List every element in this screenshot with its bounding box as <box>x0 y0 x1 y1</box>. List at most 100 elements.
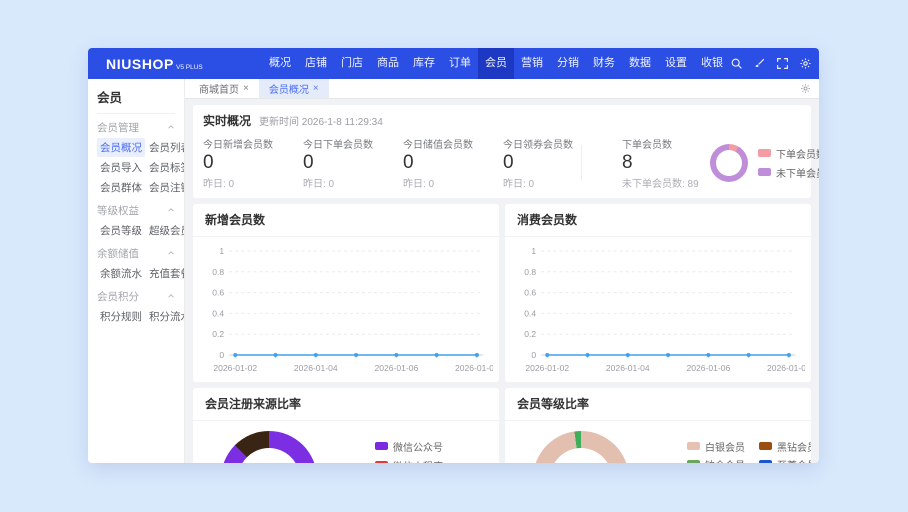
svg-text:0.2: 0.2 <box>524 329 536 339</box>
nav-item-概况[interactable]: 概况 <box>262 48 298 79</box>
sidebar-group-header[interactable]: 会员积分 <box>97 289 175 304</box>
tab-close-icon[interactable]: × <box>243 83 249 94</box>
register-source-header: 会员注册来源比率 <box>193 388 499 421</box>
stat-label: 下单会员数 <box>622 136 702 151</box>
stat-label: 今日领券会员数 <box>503 136 581 151</box>
sidebar-group-title: 余额储值 <box>97 246 139 261</box>
svg-text:0.6: 0.6 <box>524 287 536 297</box>
top-header: NIUSHOP V5 PLUS 概况店铺门店商品库存订单会员营销分销财务数据设置… <box>88 48 819 79</box>
sidebar-group-header[interactable]: 会员管理 <box>97 120 175 135</box>
legend-item-微信小程序[interactable]: 微信小程序 <box>375 458 453 463</box>
page-options-icon[interactable] <box>800 83 811 94</box>
sidebar-item-积分规则[interactable]: 积分规则 <box>97 307 145 326</box>
legend-label: 下单会员数 <box>776 146 819 161</box>
svg-text:2026-01-02: 2026-01-02 <box>213 363 257 373</box>
stat-sub: 未下单会员数: 89 <box>622 175 702 190</box>
sidebar-item-充值套餐[interactable]: 充值套餐 <box>146 264 185 283</box>
member-level-header: 会员等级比率 <box>505 388 811 421</box>
register-source-card: 会员注册来源比率 微信公众号微信小程序支付宝小程序PC <box>193 388 499 463</box>
tab-会员概况[interactable]: 会员概况 × <box>259 79 329 98</box>
stat-sub: 昨日: 0 <box>203 175 303 190</box>
svg-text:0.4: 0.4 <box>524 308 536 318</box>
sidebar-group: 会员管理会员概况会员列表会员导入会员标签会员群体会员注销 <box>97 120 175 197</box>
legend-item-下单会员数[interactable]: 下单会员数 <box>758 146 819 161</box>
nav-item-商品[interactable]: 商品 <box>370 48 406 79</box>
legend-item-微信公众号[interactable]: 微信公众号 <box>375 439 453 454</box>
nav-item-订单[interactable]: 订单 <box>442 48 478 79</box>
nav-item-收银[interactable]: 收银 <box>694 48 730 79</box>
sidebar-item-会员等级[interactable]: 会员等级 <box>97 221 145 240</box>
svg-text:0.2: 0.2 <box>212 329 224 339</box>
member-level-donut <box>533 431 629 463</box>
tab-label: 商城首页 <box>199 81 239 96</box>
sidebar-item-会员导入[interactable]: 会员导入 <box>97 158 145 177</box>
nav-item-库存[interactable]: 库存 <box>406 48 442 79</box>
tabs-container: 商城首页 × 会员概况 × <box>189 79 329 98</box>
brand-name: NIUSHOP <box>106 56 174 72</box>
sidebar-groups: 会员管理会员概况会员列表会员导入会员标签会员群体会员注销等级权益会员等级超级会员… <box>97 120 175 326</box>
svg-text:2026-01-02: 2026-01-02 <box>525 363 569 373</box>
chevron-up-icon <box>167 291 175 303</box>
stat-value: 0 <box>203 152 303 174</box>
updated-time: 更新时间 2026-1-8 11:29:34 <box>259 113 383 128</box>
sidebar-item-余额流水[interactable]: 余额流水 <box>97 264 145 283</box>
stat-value: 0 <box>403 152 503 174</box>
theme-icon[interactable] <box>753 57 766 70</box>
updated-label: 更新时间 <box>259 117 299 128</box>
nav-item-营销[interactable]: 营销 <box>514 48 550 79</box>
sidebar-item-超级会员卡[interactable]: 超级会员卡 <box>146 221 185 240</box>
sidebar-item-积分流水[interactable]: 积分流水 <box>146 307 185 326</box>
legend-item-黑钻会员[interactable]: 黑钻会员 <box>759 439 811 454</box>
sidebar-group-header[interactable]: 余额储值 <box>97 246 175 261</box>
legend-item-白银会员[interactable]: 白银会员 <box>687 439 745 454</box>
stat-value: 0 <box>503 152 581 174</box>
sidebar-item-会员群体[interactable]: 会员群体 <box>97 178 145 197</box>
order-ratio-legend: 下单会员数未下单会员数 <box>758 146 819 180</box>
stat-sub: 昨日: 0 <box>503 175 581 190</box>
content-area: 实时概况 更新时间 2026-1-8 11:29:34 今日新增会员数0昨日: … <box>185 99 819 463</box>
stat-label: 今日新增会员数 <box>203 136 303 151</box>
stat-value: 8 <box>622 152 702 174</box>
legend-label: 微信小程序 <box>393 458 443 463</box>
legend-chip <box>758 168 771 176</box>
sidebar-item-会员注销[interactable]: 会员注销 <box>146 178 185 197</box>
legend-label: 至尊会员 <box>777 457 811 463</box>
gear-icon[interactable] <box>799 57 812 70</box>
nav-item-店铺[interactable]: 店铺 <box>298 48 334 79</box>
tab-label: 会员概况 <box>269 81 309 96</box>
sidebar-group-title: 等级权益 <box>97 203 139 218</box>
member-level-card: 会员等级比率 白银会员铂金会员黄金会员钻石会员星耀会员黑钻会员至尊会员皇冠会员 <box>505 388 811 463</box>
pie-charts-row: 会员注册来源比率 微信公众号微信小程序支付宝小程序PC 会员等级比率 <box>193 388 811 463</box>
fullscreen-icon[interactable] <box>776 57 789 70</box>
member-level-title: 会员等级比率 <box>517 397 589 411</box>
search-icon[interactable] <box>730 57 743 70</box>
nav-item-数据[interactable]: 数据 <box>622 48 658 79</box>
sidebar-item-会员列表[interactable]: 会员列表 <box>146 138 185 157</box>
nav-item-门店[interactable]: 门店 <box>334 48 370 79</box>
sidebar-item-会员概况[interactable]: 会员概况 <box>97 138 145 157</box>
svg-text:0.6: 0.6 <box>212 287 224 297</box>
legend-chip <box>759 442 772 450</box>
brand-logo[interactable]: NIUSHOP V5 PLUS <box>106 56 246 72</box>
nav-item-分销[interactable]: 分销 <box>550 48 586 79</box>
sidebar-title: 会员 <box>97 87 175 114</box>
sidebar-group-header[interactable]: 等级权益 <box>97 203 175 218</box>
order-stat: 下单会员数8未下单会员数: 89 <box>622 136 702 190</box>
tab-close-icon[interactable]: × <box>313 83 319 94</box>
legend-item-未下单会员数[interactable]: 未下单会员数 <box>758 165 819 180</box>
legend-chip <box>687 460 700 463</box>
legend-item-铂金会员[interactable]: 铂金会员 <box>687 457 745 463</box>
consume-members-chart-header: 消费会员数 <box>505 204 811 237</box>
svg-text:1: 1 <box>219 246 224 256</box>
sidebar-item-会员标签[interactable]: 会员标签 <box>146 158 185 177</box>
svg-text:0: 0 <box>531 350 536 360</box>
chevron-up-icon <box>167 205 175 217</box>
nav-item-财务[interactable]: 财务 <box>586 48 622 79</box>
legend-item-至尊会员[interactable]: 至尊会员 <box>759 457 811 463</box>
register-source-legend: 微信公众号微信小程序支付宝小程序PC <box>375 439 453 463</box>
header-icon-group <box>730 57 812 70</box>
sidebar-group: 余额储值余额流水充值套餐 <box>97 246 175 283</box>
nav-item-会员[interactable]: 会员 <box>478 48 514 79</box>
tab-商城首页[interactable]: 商城首页 × <box>189 79 259 98</box>
nav-item-设置[interactable]: 设置 <box>658 48 694 79</box>
